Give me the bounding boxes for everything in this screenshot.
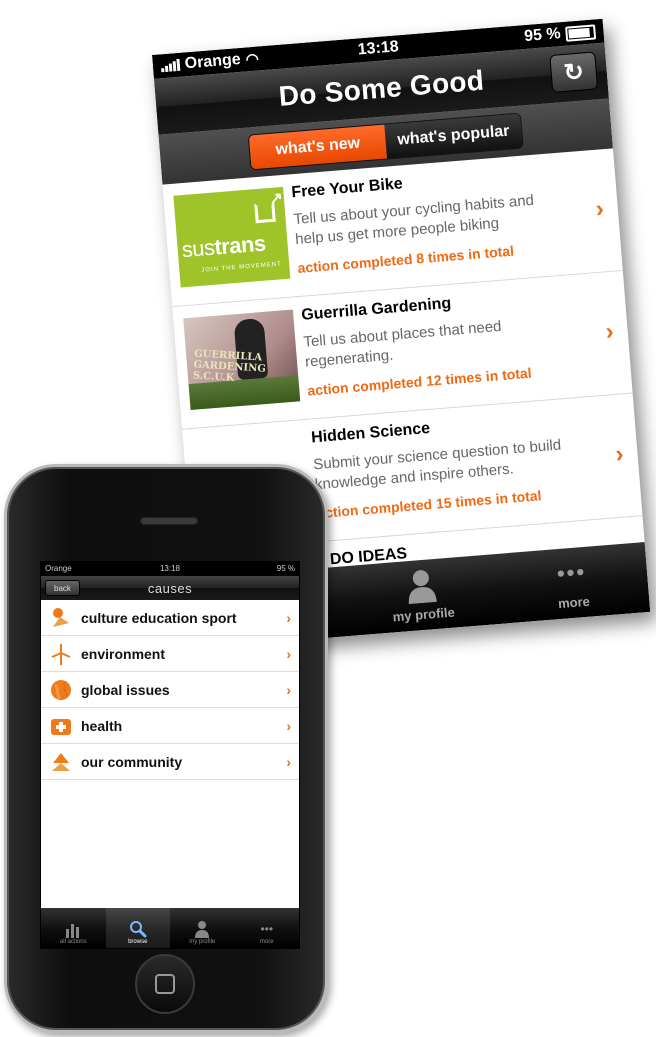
chevron-right-icon: › <box>594 195 605 223</box>
cause-item-culture[interactable]: culture education sport › <box>41 600 299 636</box>
more-dots-icon: ••• <box>260 922 274 936</box>
search-icon <box>129 919 147 939</box>
guerrilla-gardening-image: GUERRILLA GARDENING S.C.U.K <box>183 309 301 411</box>
speaker-grille <box>140 517 198 525</box>
chevron-right-icon: › <box>286 645 291 662</box>
refresh-button[interactable]: ↻ <box>549 51 599 94</box>
battery-label: 95 % <box>276 564 295 573</box>
cause-label: culture education sport <box>81 609 237 626</box>
chevron-right-icon: › <box>614 440 625 469</box>
chevron-right-icon: › <box>286 717 291 734</box>
chevron-right-icon: › <box>286 681 291 698</box>
tab-label: browse <box>128 939 148 945</box>
wind-turbine-icon <box>49 642 73 666</box>
cause-item-our-community[interactable]: our community › <box>41 744 299 780</box>
tab-my-profile[interactable]: my profile <box>170 908 235 948</box>
community-icon <box>49 750 73 774</box>
status-bar: Orange 13:18 95 % <box>41 562 299 576</box>
tab-bar: all actions browse my profile ••• more <box>41 908 299 948</box>
chevron-right-icon: › <box>286 753 291 770</box>
arrow-icon <box>254 201 276 224</box>
tab-all-actions[interactable]: all actions <box>41 908 106 948</box>
refresh-icon: ↻ <box>562 57 585 87</box>
status-time: 13:18 <box>159 564 181 573</box>
tab-label: more <box>259 939 274 945</box>
person-icon <box>193 919 211 939</box>
tab-my-profile[interactable]: my profile <box>344 554 500 636</box>
tab-whats-popular[interactable]: what's popular <box>384 113 523 159</box>
battery-icon <box>565 23 597 42</box>
image-caption: GUERRILLA GARDENING S.C.U.K <box>192 348 267 384</box>
cause-item-global-issues[interactable]: global issues › <box>41 672 299 708</box>
cause-item-health[interactable]: health › <box>41 708 299 744</box>
more-dots-icon: ••• <box>556 558 588 587</box>
tab-whats-new[interactable]: what's new <box>248 124 388 170</box>
culture-icon <box>49 606 73 630</box>
tab-label: more <box>557 593 591 612</box>
tab-label: my profile <box>392 604 456 625</box>
tab-more[interactable]: ••• more <box>235 908 300 948</box>
tab-label: my profile <box>189 939 216 945</box>
home-button[interactable] <box>135 954 195 1014</box>
sustrans-logo: sustrans JOIN THE MOVEMENT <box>173 186 291 288</box>
cause-label: our community <box>81 753 183 770</box>
navigation-bar: back causes <box>41 576 299 600</box>
first-aid-icon <box>49 714 73 738</box>
iphone-device: Orange 13:18 95 % back causes culture ed… <box>4 464 328 1033</box>
logo-text-b: trans <box>213 230 267 260</box>
globe-icon <box>49 678 73 702</box>
battery: 95 % <box>524 22 597 46</box>
home-square-icon <box>155 974 175 994</box>
battery-label: 95 % <box>523 25 562 46</box>
cause-label: health <box>81 717 123 734</box>
cause-label: environment <box>81 645 166 662</box>
logo-text-a: sus <box>180 234 216 263</box>
bar-chart-icon <box>64 919 82 939</box>
small-app-screen: Orange 13:18 95 % back causes culture ed… <box>40 561 300 949</box>
cause-item-environment[interactable]: environment › <box>41 636 299 672</box>
page-title: causes <box>147 581 193 596</box>
tab-browse[interactable]: browse <box>105 908 170 948</box>
chevron-right-icon: › <box>604 317 615 346</box>
cause-label: global issues <box>81 681 170 698</box>
tab-more[interactable]: ••• more <box>494 542 650 624</box>
chevron-right-icon: › <box>286 609 291 626</box>
tab-label: all actions <box>59 939 87 945</box>
logo-tagline: JOIN THE MOVEMENT <box>201 261 283 274</box>
person-icon <box>402 566 441 605</box>
